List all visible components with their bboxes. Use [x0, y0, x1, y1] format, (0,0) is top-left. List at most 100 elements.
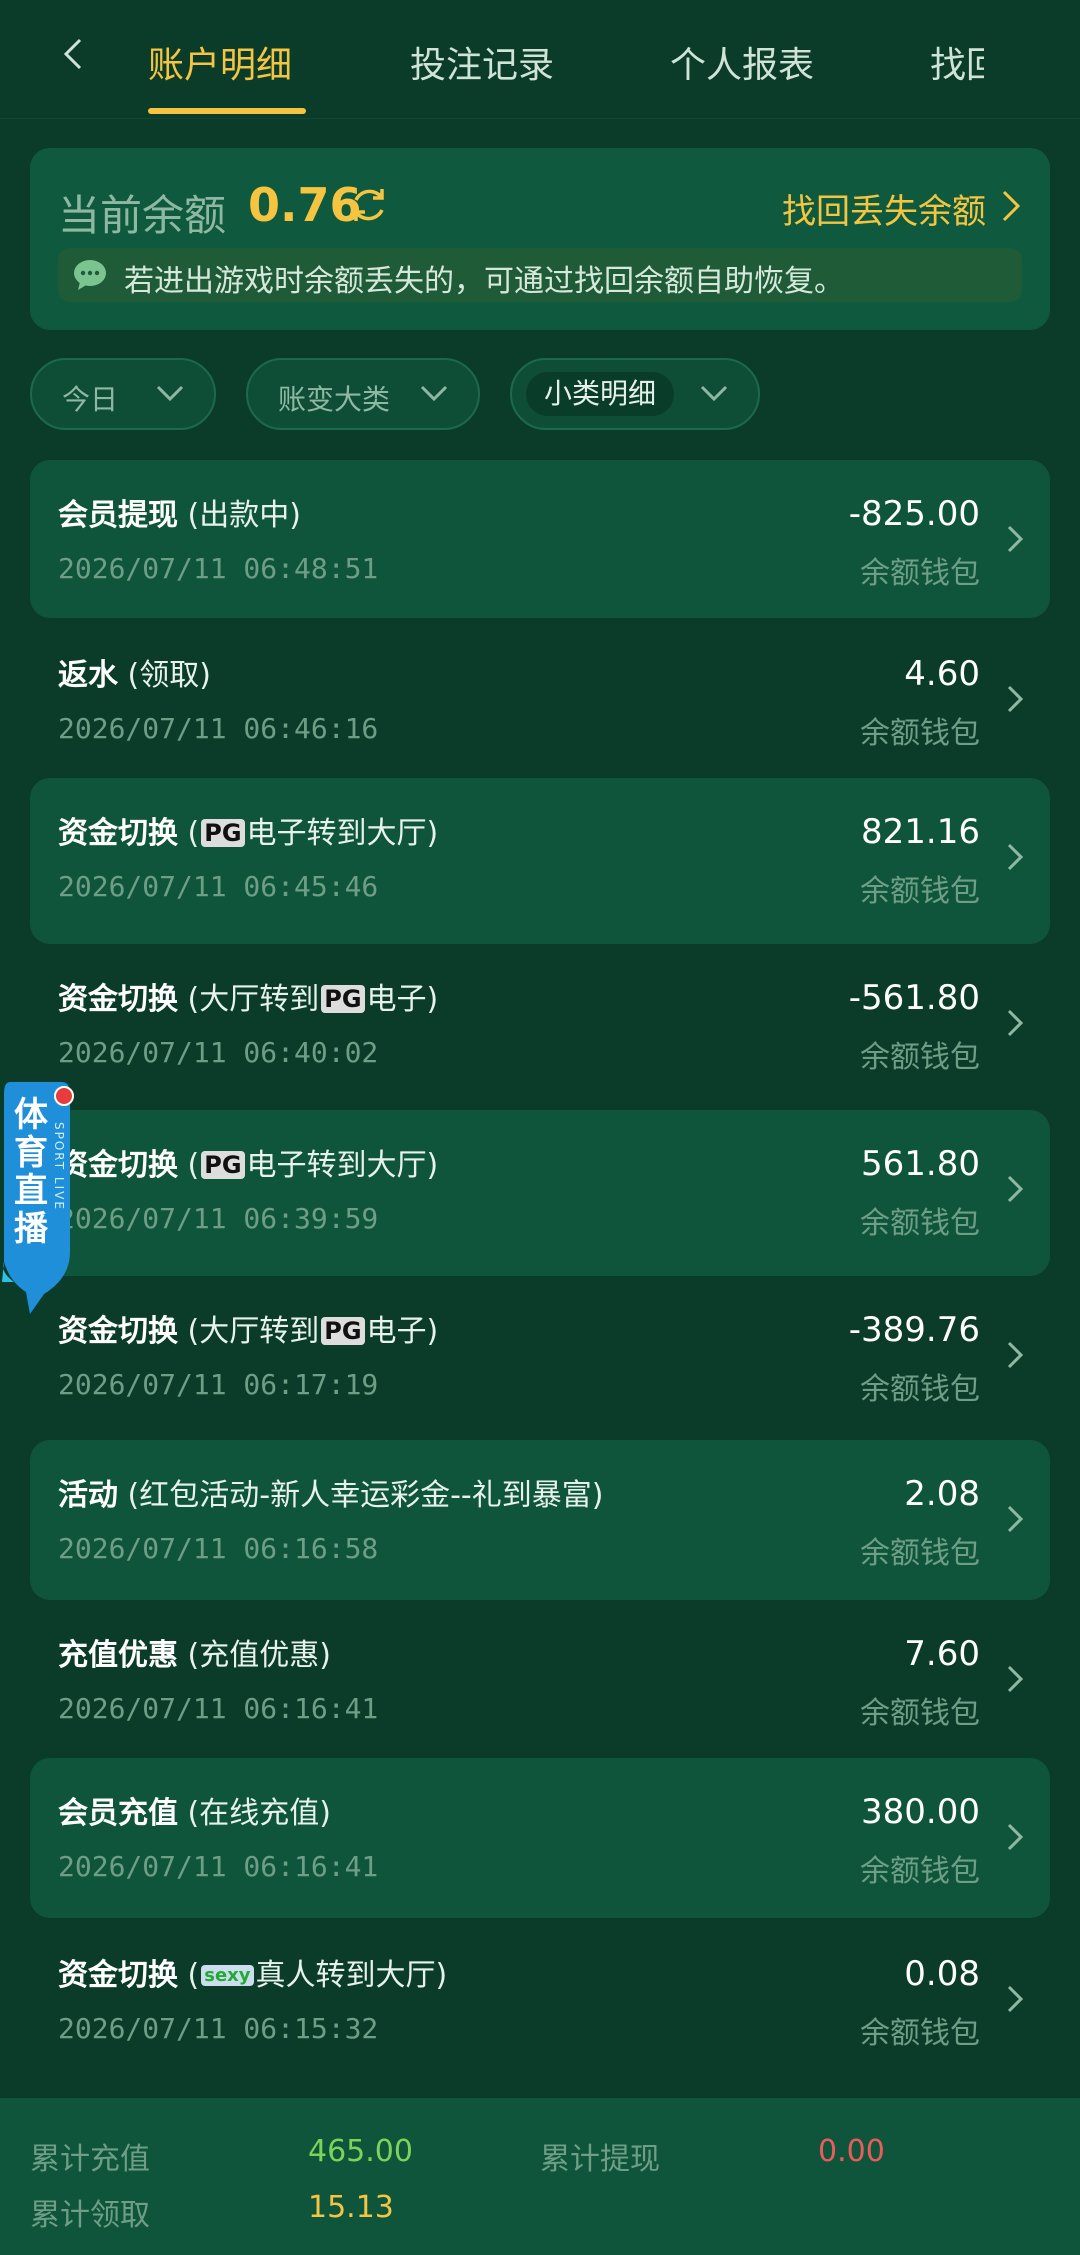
transaction-time: 2026/07/11 06:15:32 — [58, 2012, 379, 2045]
chevron-right-icon — [1007, 1985, 1024, 2013]
transaction-detail: ( — [178, 1148, 200, 1183]
transaction-title: 资金切换 (sexy 真人转到大厅) — [58, 1950, 447, 1994]
tab-recover-clipped[interactable]: 找回 — [930, 30, 984, 90]
transaction-time: 2026/07/11 06:48:51 — [58, 552, 379, 585]
transaction-type: 充值优惠 — [58, 1638, 178, 1673]
provider-logo-icon: PG — [321, 985, 365, 1013]
total-recharge-value: 465.00 — [308, 2134, 413, 2169]
transaction-title: 资金切换 (PG 电子转到大厅) — [58, 1140, 438, 1184]
chevron-right-icon — [1007, 843, 1024, 871]
transaction-wallet: 余额钱包 — [860, 2016, 980, 2051]
transaction-amount: 821.16 — [861, 812, 980, 852]
transaction-type: 会员提现 — [58, 498, 178, 533]
transaction-type: 会员充值 — [58, 1796, 178, 1831]
recover-balance-link[interactable]: 找回丢失余额 — [782, 184, 986, 233]
chevron-right-icon — [1007, 1009, 1024, 1037]
chevron-right-icon — [1007, 1505, 1024, 1533]
total-claim-value: 15.13 — [308, 2190, 394, 2225]
back-arrow-icon[interactable] — [58, 34, 88, 74]
transaction-amount: 380.00 — [861, 1792, 980, 1832]
transaction-detail: 真人转到大厅) — [255, 1958, 448, 1993]
chat-bubble-icon — [74, 260, 106, 290]
total-withdraw-value: 0.00 — [818, 2134, 885, 2169]
chevron-right-icon — [1007, 685, 1024, 713]
notice-bar: 若进出游戏时余额丢失的，可通过找回余额自助恢复。 — [58, 248, 1022, 302]
transaction-wallet: 余额钱包 — [860, 874, 980, 909]
transaction-row[interactable]: 会员充值 (在线充值) 2026/07/11 06:16:41 380.00 余额钱包 — [30, 1758, 1050, 1918]
transaction-wallet: 余额钱包 — [860, 556, 980, 591]
transaction-title: 活动 (红包活动-新人幸运彩金--礼到暴富) — [58, 1470, 603, 1514]
refresh-icon[interactable] — [348, 184, 390, 226]
transaction-title: 会员提现 (出款中) — [58, 490, 301, 534]
transaction-detail: 电子) — [366, 982, 439, 1017]
active-tab-indicator — [148, 108, 306, 114]
transaction-amount: -825.00 — [848, 494, 980, 534]
provider-logo-icon: PG — [321, 1317, 365, 1345]
transaction-detail: 电子转到大厅) — [246, 816, 439, 851]
transaction-type: 资金切换 — [58, 816, 178, 851]
transaction-row[interactable]: 返水 (领取) 2026/07/11 06:46:16 4.60 余额钱包 — [30, 620, 1050, 778]
transaction-title: 资金切换 (大厅转到 PG 电子) — [58, 974, 438, 1018]
chevron-right-icon — [1007, 1341, 1024, 1369]
total-claim-label: 累计领取 — [30, 2198, 150, 2233]
balance-value: 0.76 — [248, 178, 362, 232]
chevron-right-icon[interactable] — [1000, 188, 1022, 224]
transaction-type: 资金切换 — [58, 1958, 178, 1993]
transaction-time: 2026/07/11 06:16:58 — [58, 1532, 379, 1565]
transaction-detail: (出款中) — [178, 498, 301, 533]
filter-category[interactable]: 账变大类 — [246, 358, 480, 430]
transaction-title: 充值优惠 (充值优惠) — [58, 1630, 331, 1674]
provider-logo-icon: PG — [201, 1151, 245, 1179]
transaction-wallet: 余额钱包 — [860, 1854, 980, 1889]
sports-live-badge[interactable]: 体育直播 SPORT LIVE — [0, 1082, 74, 1314]
balance-label: 当前余额 — [58, 191, 227, 240]
filter-subcategory-label: 小类明细 — [526, 372, 675, 416]
transaction-type: 资金切换 — [58, 982, 178, 1017]
chevron-right-icon — [1007, 525, 1024, 553]
transaction-time: 2026/07/11 06:16:41 — [58, 1692, 379, 1725]
live-badge-sub: SPORT LIVE — [52, 1122, 66, 1211]
transaction-amount: 4.60 — [904, 654, 980, 694]
filter-subcategory[interactable]: 小类明细 — [510, 358, 760, 430]
transaction-type: 活动 — [58, 1478, 118, 1513]
notice-text: 若进出游戏时余额丢失的，可通过找回余额自助恢复。 — [124, 264, 844, 299]
transaction-row[interactable]: 资金切换 (PG 电子转到大厅) 2026/07/11 06:39:59 561.80… — [30, 1110, 1050, 1276]
transaction-row[interactable]: 会员提现 (出款中) 2026/07/11 06:48:51 -825.00 余额钱包 — [30, 460, 1050, 618]
transaction-row[interactable]: 资金切换 (大厅转到 PG 电子) 2026/07/11 06:17:19 -389.7… — [30, 1276, 1050, 1442]
total-recharge-label: 累计充值 — [30, 2142, 150, 2177]
transaction-amount: 561.80 — [861, 1144, 980, 1184]
transaction-amount: 7.60 — [904, 1634, 980, 1674]
transaction-title: 资金切换 (大厅转到 PG 电子) — [58, 1306, 438, 1350]
transaction-time: 2026/07/11 06:46:16 — [58, 712, 379, 745]
transaction-time: 2026/07/11 06:40:02 — [58, 1036, 379, 1069]
transaction-time: 2026/07/11 06:16:41 — [58, 1850, 379, 1883]
transaction-type: 资金切换 — [58, 1148, 178, 1183]
transaction-row[interactable]: 充值优惠 (充值优惠) 2026/07/11 06:16:41 7.60 余额钱包 — [30, 1600, 1050, 1760]
tab-personal-report[interactable]: 个人报表 — [670, 36, 814, 88]
transaction-detail: 电子转到大厅) — [246, 1148, 439, 1183]
transaction-wallet: 余额钱包 — [860, 716, 980, 751]
transaction-title: 资金切换 (PG 电子转到大厅) — [58, 808, 438, 852]
transaction-detail: ( — [178, 1958, 200, 1993]
total-withdraw-label: 累计提现 — [540, 2142, 660, 2177]
transaction-wallet: 余额钱包 — [860, 1040, 980, 1075]
transaction-detail: (领取) — [118, 658, 211, 693]
transaction-row[interactable]: 活动 (红包活动-新人幸运彩金--礼到暴富) 2026/07/11 06:16:5… — [30, 1440, 1050, 1600]
chevron-down-icon — [420, 385, 448, 402]
tab-account-details[interactable]: 账户明细 — [148, 36, 292, 88]
tab-bet-records[interactable]: 投注记录 — [410, 36, 554, 88]
transaction-row[interactable]: 资金切换 (PG 电子转到大厅) 2026/07/11 06:45:46 821.16… — [30, 778, 1050, 944]
transaction-amount: -561.80 — [848, 978, 980, 1018]
provider-logo-icon: PG — [201, 819, 245, 847]
filter-date[interactable]: 今日 — [30, 358, 216, 430]
filter-date-label: 今日 — [62, 383, 119, 416]
transaction-amount: 2.08 — [904, 1474, 980, 1514]
transaction-time: 2026/07/11 06:17:19 — [58, 1368, 379, 1401]
transaction-row[interactable]: 资金切换 (sexy 真人转到大厅) 2026/07/11 06:15:32 0.08… — [30, 1920, 1050, 2086]
transaction-title: 返水 (领取) — [58, 650, 211, 694]
chevron-right-icon — [1007, 1175, 1024, 1203]
transaction-row[interactable]: 资金切换 (大厅转到 PG 电子) 2026/07/11 06:40:02 -561.8… — [30, 944, 1050, 1110]
balance-card: 当前余额 0.76 找回丢失余额 若进出游戏时余额丢失的，可通过找回余额自助恢复… — [30, 148, 1050, 330]
transaction-amount: 0.08 — [904, 1954, 980, 1994]
chevron-right-icon — [1007, 1665, 1024, 1693]
